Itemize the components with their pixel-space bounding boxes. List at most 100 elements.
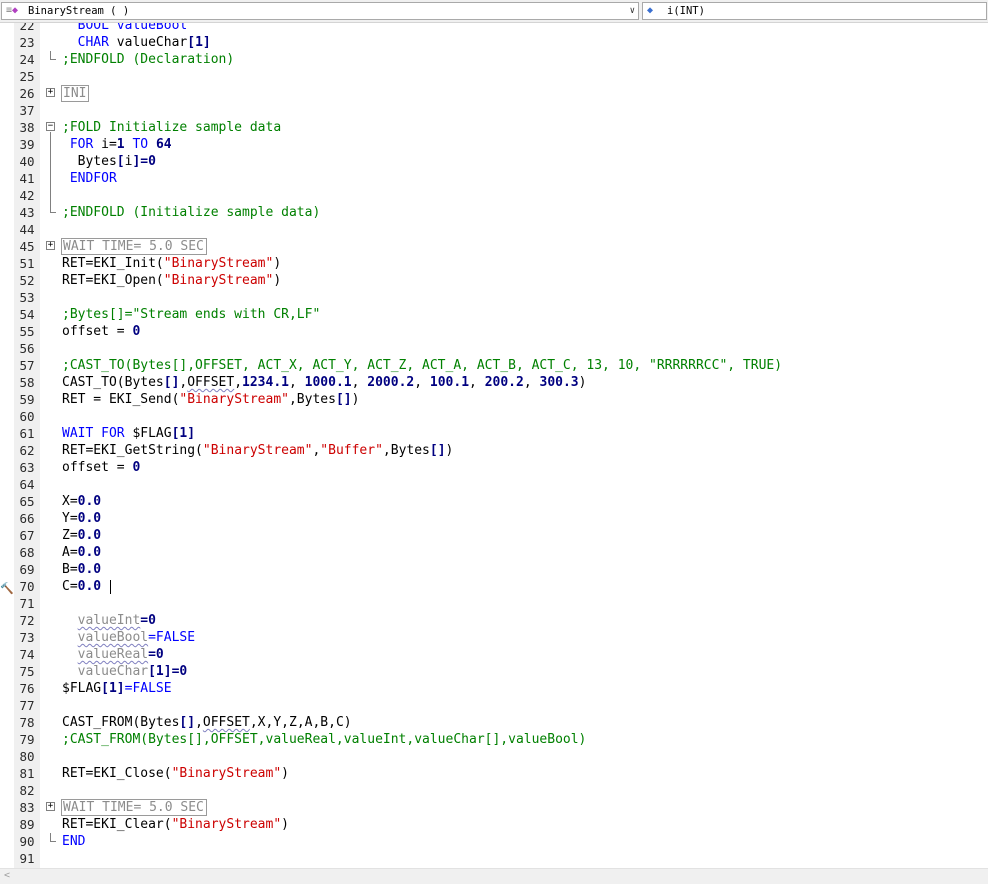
code-line[interactable]: 53 xyxy=(0,289,988,306)
fold-collapse-icon[interactable]: − xyxy=(46,122,55,131)
unused-variable-token: valueBool xyxy=(77,630,149,645)
keyword-token: TO xyxy=(124,137,156,152)
code-line[interactable]: 24 ;ENDFOLD (Declaration) xyxy=(0,51,988,68)
code-line[interactable]: 45 + WAIT TIME= 5.0 SEC xyxy=(0,238,988,255)
code-text: Bytes[i]=0 xyxy=(62,153,156,170)
line-number: 41 xyxy=(19,171,35,186)
code-text: offset = 0 xyxy=(62,323,140,340)
bracket-token: [] xyxy=(163,375,180,390)
code-line[interactable]: 81 RET=EKI_Close("BinaryStream") xyxy=(0,765,988,782)
code-line[interactable]: 40 Bytes[i]=0 xyxy=(0,153,988,170)
code-line[interactable]: 52 RET=EKI_Open("BinaryStream") xyxy=(0,272,988,289)
code-token: CAST_TO(Bytes xyxy=(62,375,164,390)
code-line[interactable]: 26 + INI xyxy=(0,85,988,102)
code-text: Z=0.0 xyxy=(62,527,101,544)
code-line[interactable]: 41 ENDFOR xyxy=(0,170,988,187)
code-line[interactable]: 73 valueBool=FALSE xyxy=(0,629,988,646)
code-line[interactable]: 62 RET=EKI_GetString("BinaryStream","Buff… xyxy=(0,442,988,459)
number-token: 0 xyxy=(132,324,141,339)
code-line[interactable]: 56 xyxy=(0,340,988,357)
code-line[interactable]: 78 CAST_FROM(Bytes[],OFFSET,X,Y,Z,A,B,C) xyxy=(0,714,988,731)
line-number: 66 xyxy=(19,511,35,526)
code-editor[interactable]: 22 BOOL valueBool 23 CHAR valueChar[1] 24;… xyxy=(0,23,988,868)
code-line[interactable]: 37 xyxy=(0,102,988,119)
code-text: WAIT TIME= 5.0 SEC xyxy=(61,238,207,255)
code-line[interactable]: 23 CHAR valueChar[1] xyxy=(0,34,988,51)
collapsed-fold-label[interactable]: INI xyxy=(61,85,90,102)
code-line[interactable]: 🔨 70 C=0.0 xyxy=(0,578,988,595)
collapsed-fold-label[interactable]: WAIT TIME= 5.0 SEC xyxy=(61,238,207,255)
code-text: B=0.0 xyxy=(62,561,101,578)
code-token: , xyxy=(414,375,430,390)
code-line[interactable]: 83 + WAIT TIME= 5.0 SEC xyxy=(0,799,988,816)
code-line[interactable]: 64 xyxy=(0,476,988,493)
comment-token: ;FOLD Initialize sample data xyxy=(62,120,282,135)
number-token: 200.2 xyxy=(484,375,524,390)
code-line[interactable]: 67 Z=0.0 xyxy=(0,527,988,544)
number-token: 0.0 xyxy=(77,511,102,526)
code-line[interactable]: 55 offset = 0 xyxy=(0,323,988,340)
code-text: offset = 0 xyxy=(62,459,140,476)
code-text: FOR i=1 TO 64 xyxy=(62,136,172,153)
code-text: RET=EKI_Close("BinaryStream") xyxy=(62,765,289,782)
code-line[interactable]: 61 WAIT FOR $FLAG[1] xyxy=(0,425,988,442)
code-line[interactable]: 39 FOR i=1 TO 64 xyxy=(0,136,988,153)
code-line[interactable]: 90 END xyxy=(0,833,988,850)
fold-expand-icon[interactable]: + xyxy=(46,88,55,97)
code-line[interactable]: 58 CAST_TO(Bytes[],OFFSET,1234.1, 1000.1,… xyxy=(0,374,988,391)
keyword-token: END xyxy=(62,834,86,849)
code-line[interactable]: 42 xyxy=(0,187,988,204)
collapsed-fold-label[interactable]: WAIT TIME= 5.0 SEC xyxy=(61,799,207,816)
code-line[interactable]: 22 BOOL valueBool xyxy=(0,23,988,34)
number-token: [1] xyxy=(171,426,196,441)
code-line[interactable]: 79 ;CAST_FROM(Bytes[],OFFSET,valueReal,va… xyxy=(0,731,988,748)
module-selector[interactable]: ≡◆ BinaryStream ( ) ∨ xyxy=(1,2,639,20)
string-token: "BinaryStream" xyxy=(171,766,282,781)
module-icon: ≡◆ xyxy=(6,5,19,16)
chevron-down-icon[interactable]: ∨ xyxy=(630,3,635,19)
fold-expand-icon[interactable]: + xyxy=(46,802,55,811)
code-line[interactable]: 60 xyxy=(0,408,988,425)
line-number: 73 xyxy=(19,630,35,645)
line-number: 81 xyxy=(19,766,35,781)
horizontal-scrollbar[interactable]: < xyxy=(0,868,988,884)
number-token: 0.0 xyxy=(77,562,102,577)
code-line[interactable]: 72 valueInt=0 xyxy=(0,612,988,629)
code-line[interactable]: 75 valueChar[1]=0 xyxy=(0,663,988,680)
line-number: 40 xyxy=(19,154,35,169)
number-token: =0 xyxy=(140,154,156,169)
code-line[interactable]: 54 ;Bytes[]="Stream ends with CR,LF" xyxy=(0,306,988,323)
code-line[interactable]: 38 − ;FOLD Initialize sample data xyxy=(0,119,988,136)
code-token: ,X,Y,Z,A,B,C) xyxy=(249,715,352,730)
code-text: C=0.0 xyxy=(62,578,111,595)
code-line[interactable]: 80 xyxy=(0,748,988,765)
code-line[interactable]: 76 $FLAG[1]=FALSE xyxy=(0,680,988,697)
code-line[interactable]: 65 X=0.0 xyxy=(0,493,988,510)
bracket-token: [] xyxy=(335,392,352,407)
variable-selector[interactable]: ◆ i(INT) xyxy=(642,2,987,20)
code-line[interactable]: 69 B=0.0 xyxy=(0,561,988,578)
string-token: "BinaryStream" xyxy=(163,256,274,271)
code-line[interactable]: 71 xyxy=(0,595,988,612)
code-line[interactable]: 77 xyxy=(0,697,988,714)
code-line[interactable]: 89 RET=EKI_Clear("BinaryStream") xyxy=(0,816,988,833)
code-line[interactable]: 63 offset = 0 xyxy=(0,459,988,476)
scroll-left-icon[interactable]: < xyxy=(4,869,10,883)
code-line[interactable]: 66 Y=0.0 xyxy=(0,510,988,527)
code-line[interactable]: 44 xyxy=(0,221,988,238)
line-number: 77 xyxy=(19,698,35,713)
code-line[interactable]: 91 xyxy=(0,850,988,867)
code-line[interactable]: 51 RET=EKI_Init("BinaryStream") xyxy=(0,255,988,272)
code-line[interactable]: 43 ;ENDFOLD (Initialize sample data) xyxy=(0,204,988,221)
variable-icon: ◆ xyxy=(647,5,654,16)
code-line[interactable]: 25 xyxy=(0,68,988,85)
fold-expand-icon[interactable]: + xyxy=(46,241,55,250)
code-line[interactable]: 59 RET = EKI_Send("BinaryStream",Bytes[]) xyxy=(0,391,988,408)
code-line[interactable]: 74 valueReal=0 xyxy=(0,646,988,663)
code-line[interactable]: 57 ;CAST_TO(Bytes[],OFFSET, ACT_X, ACT_Y,… xyxy=(0,357,988,374)
code-line[interactable]: 68 A=0.0 xyxy=(0,544,988,561)
code-line[interactable]: 82 xyxy=(0,782,988,799)
